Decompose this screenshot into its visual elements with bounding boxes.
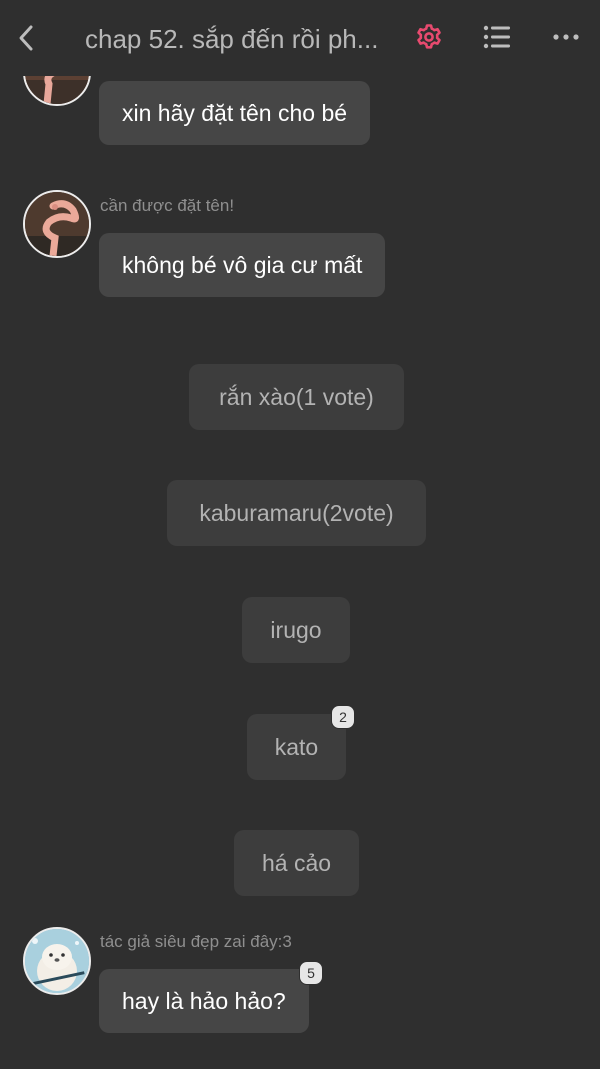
message-bubble: không bé vô gia cư mất xyxy=(99,233,386,297)
snake-avatar-image xyxy=(25,192,89,256)
settings-button[interactable] xyxy=(412,20,446,54)
sender-name: cần được đặt tên! xyxy=(100,196,235,215)
option-choice[interactable]: rắn xào(1 vote) xyxy=(189,364,404,430)
message-bubble: hay là hảo hảo? xyxy=(99,969,309,1033)
chapter-list-button[interactable] xyxy=(480,20,514,54)
snake-avatar[interactable] xyxy=(23,190,91,258)
chapter-title: chap 52. sắp đến rồi ph... xyxy=(85,24,379,54)
top-bar: chap 52. sắp đến rồi ph... xyxy=(0,0,600,76)
option-choice[interactable]: há cảo xyxy=(234,830,359,896)
list-icon xyxy=(483,25,510,49)
option-choice[interactable]: irugo xyxy=(242,597,350,663)
otter-avatar-image xyxy=(25,929,89,993)
back-button[interactable] xyxy=(10,20,42,56)
reaction-count-badge[interactable]: 2 xyxy=(331,705,355,729)
option-choice[interactable]: kaburamaru(2vote) xyxy=(167,480,426,546)
gear-icon xyxy=(417,24,441,49)
sender-name: tác giả siêu đẹp zai đây:3 xyxy=(100,932,292,951)
otter-avatar[interactable] xyxy=(23,927,91,995)
message-bubble: xin hãy đặt tên cho bé xyxy=(99,81,371,145)
more-options-button[interactable] xyxy=(548,20,584,54)
reaction-count-badge[interactable]: 5 xyxy=(299,961,323,985)
more-horizontal-icon xyxy=(553,34,579,40)
chevron-left-icon xyxy=(19,25,33,51)
